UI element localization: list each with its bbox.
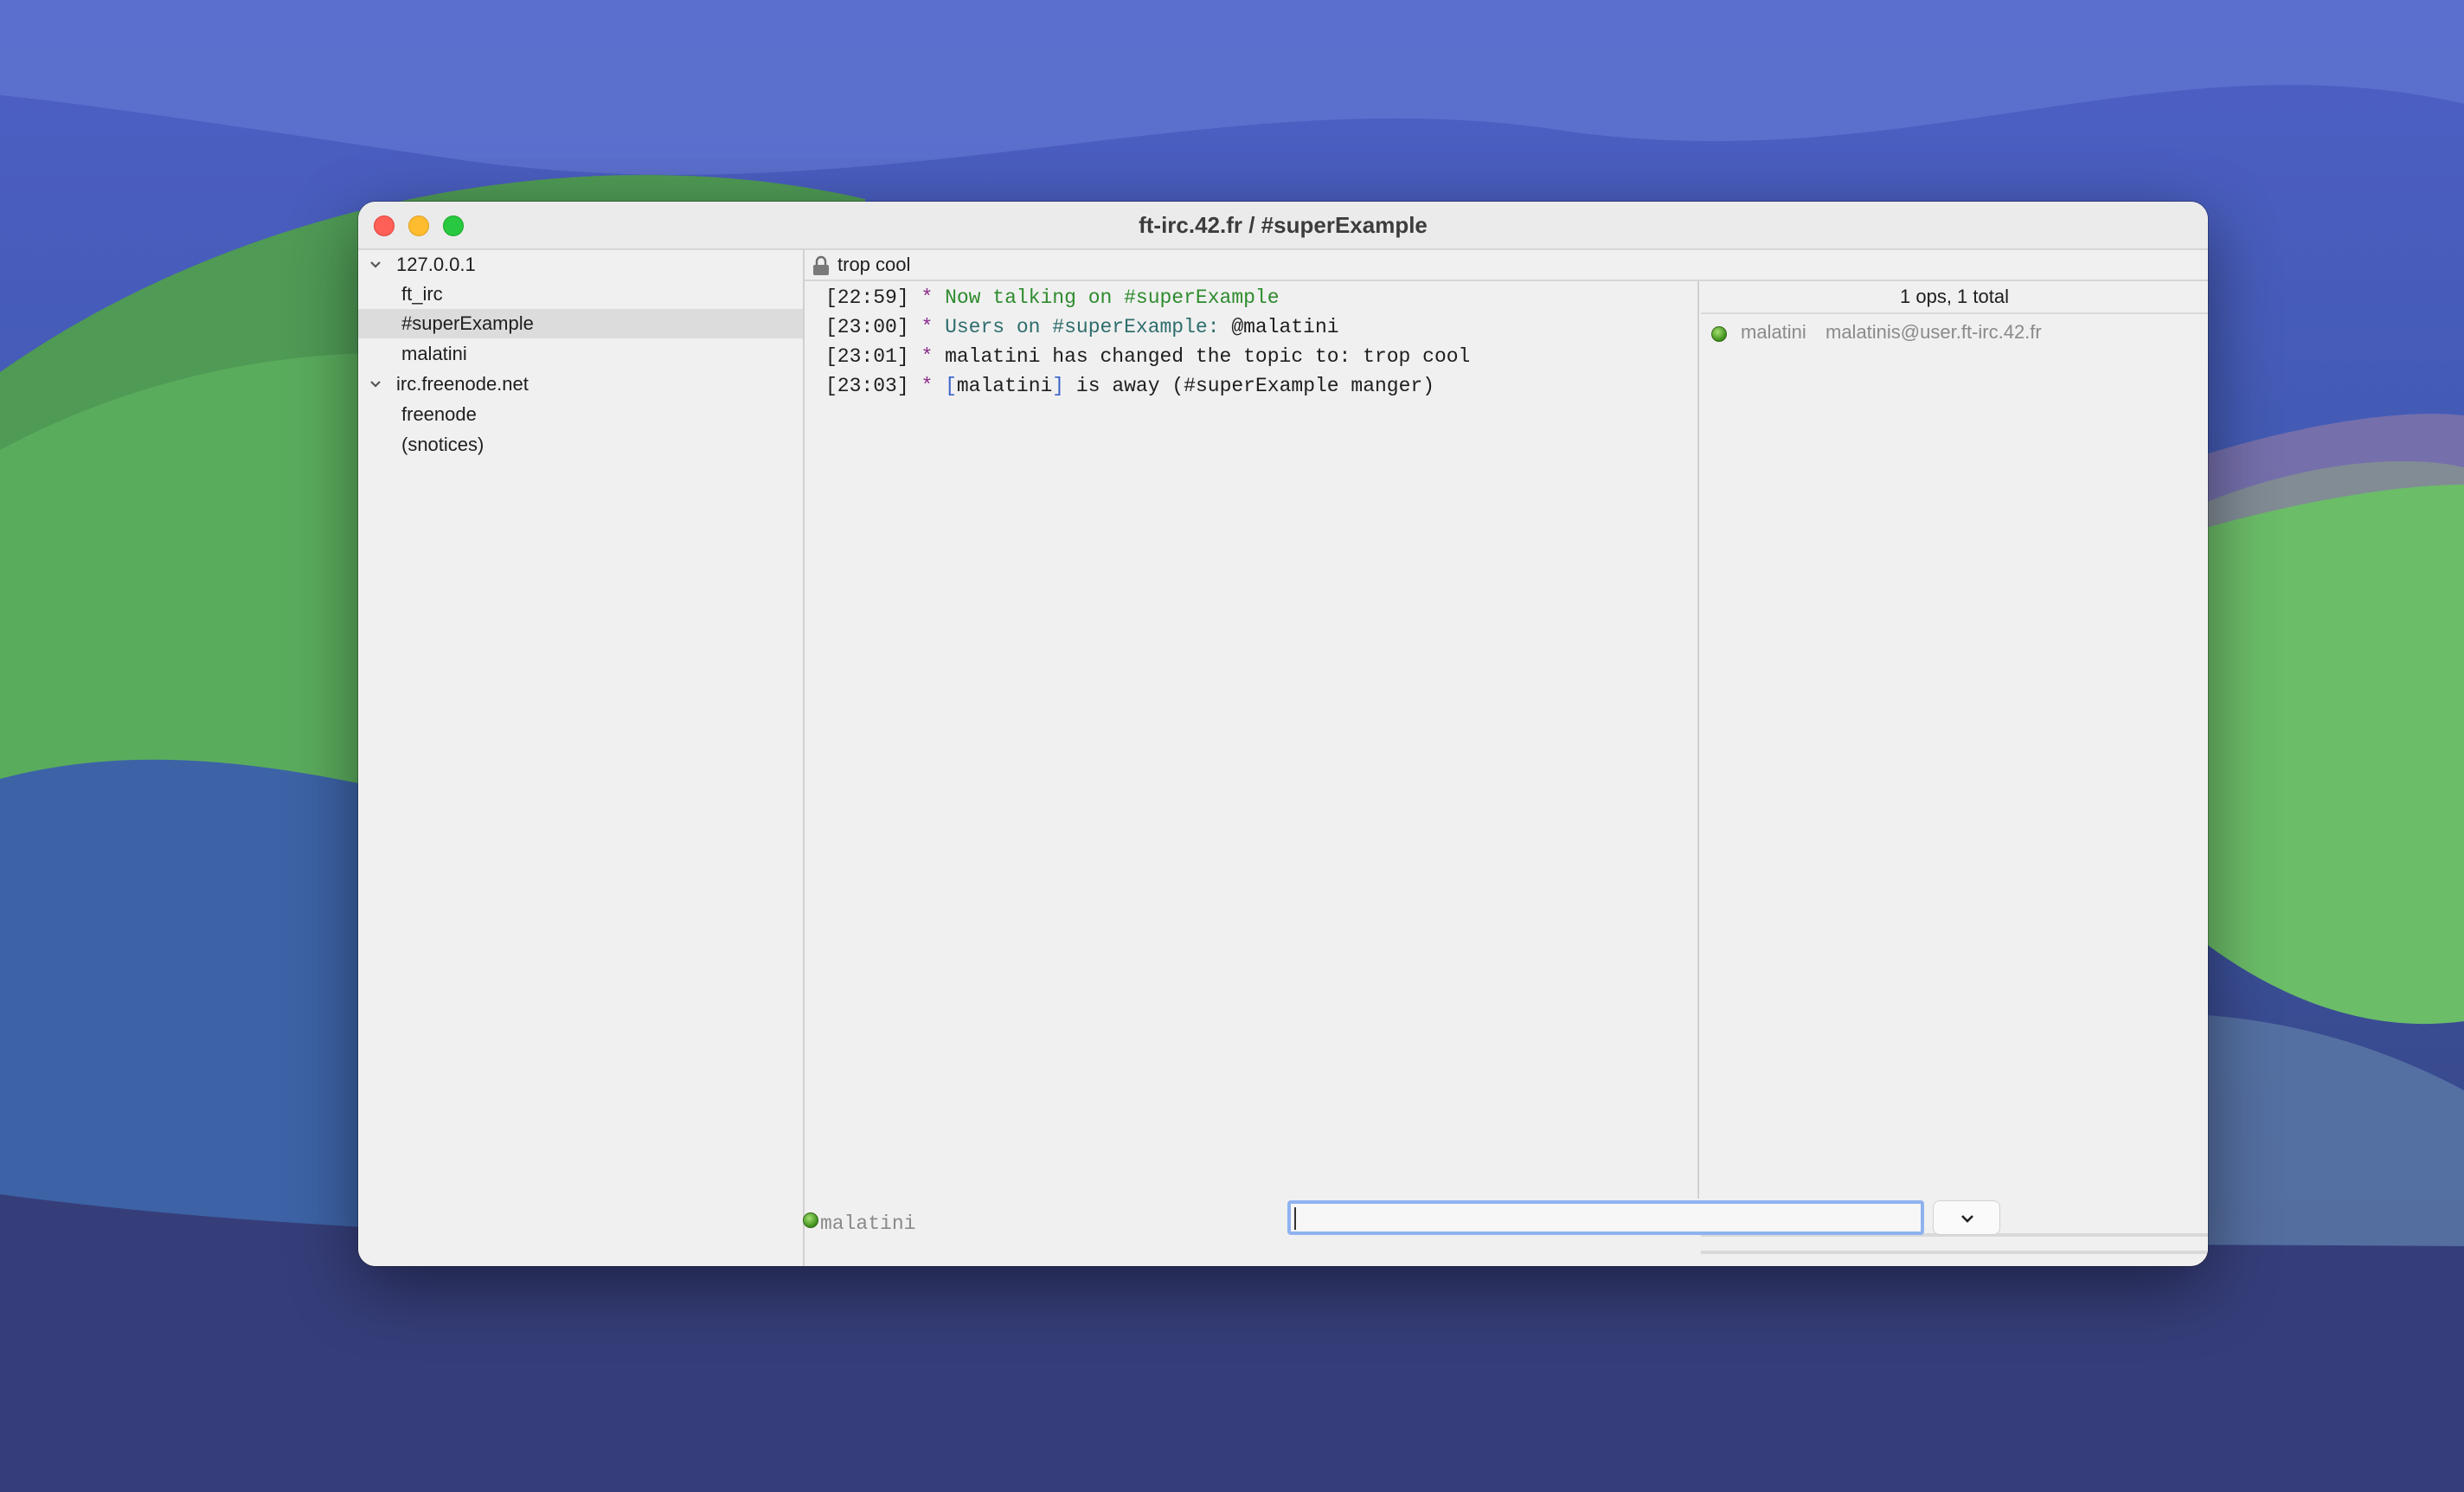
tree-item-label: malatini: [401, 343, 467, 364]
user-list-item[interactable]: malatini malatinis@user.ft-irc.42.fr: [1701, 319, 2208, 349]
tree-item-ft-irc[interactable]: ft_irc: [358, 280, 803, 309]
channel-topic[interactable]: trop cool: [837, 254, 910, 276]
tree-item-label: 127.0.0.1: [396, 254, 476, 275]
message-nick[interactable]: malatini: [957, 375, 1052, 397]
chat-log[interactable]: [22:59] * Now talking on #superExample […: [805, 281, 1699, 1199]
paren-open: (: [1171, 375, 1184, 397]
chevron-down-icon[interactable]: [367, 250, 384, 280]
message-timestamp: [22:59]: [825, 286, 909, 309]
event-marker: *: [921, 375, 934, 397]
online-status-icon: [1711, 326, 1727, 342]
event-marker: *: [921, 316, 934, 338]
tree-item-freenode[interactable]: freenode: [358, 400, 803, 429]
message-timestamp: [23:00]: [825, 316, 909, 338]
tree-item-label: ft_irc: [401, 283, 443, 305]
window-title: ft-irc.42.fr / #superExample: [1139, 212, 1428, 238]
tree-item-snotices[interactable]: (snotices): [358, 430, 803, 460]
chat-message: [23:01] * malatini has changed the topic…: [825, 345, 1470, 368]
tree-item-server-freenode[interactable]: irc.freenode.net: [358, 370, 803, 399]
nick-button[interactable]: malatini: [820, 1212, 915, 1235]
bracket-open: [: [945, 375, 957, 397]
topic-bar: trop cool: [805, 250, 2208, 281]
tree-item-label: #superExample: [401, 312, 534, 334]
message-input[interactable]: [1287, 1200, 1924, 1235]
away-reason: #superExample manger: [1184, 375, 1423, 397]
input-options-button[interactable]: [1933, 1200, 2000, 1235]
tree-item-label: (snotices): [401, 434, 484, 455]
bracket-close: ]: [1052, 375, 1065, 397]
message-text: malatini has changed the topic to: trop …: [945, 345, 1471, 368]
tree-item-server-localhost[interactable]: 127.0.0.1: [358, 250, 803, 280]
user-list-scrollbar-track[interactable]: [1701, 1251, 2208, 1254]
message-text: Users on #superExample:: [945, 316, 1220, 338]
user-count: 1 ops, 1 total: [1701, 281, 2208, 314]
message-timestamp: [23:01]: [825, 345, 909, 368]
server-channel-tree: 127.0.0.1 ft_irc #superExample malatini …: [358, 250, 805, 1266]
tree-item-label: freenode: [401, 403, 477, 425]
lock-icon[interactable]: [812, 255, 831, 276]
text-caret: [1294, 1207, 1296, 1230]
chevron-down-icon[interactable]: [367, 370, 384, 399]
online-status-icon: [803, 1212, 818, 1228]
input-bar: malatini: [803, 1199, 2000, 1266]
message-text: is away: [1075, 375, 1160, 397]
tree-item-label: irc.freenode.net: [396, 373, 529, 395]
paren-close: ): [1422, 375, 1435, 397]
event-marker: *: [921, 286, 934, 309]
chat-message: [22:59] * Now talking on #superExample: [825, 286, 1280, 309]
user-list: 1 ops, 1 total malatini malatinis@user.f…: [1701, 281, 2208, 1259]
app-window: ft-irc.42.fr / #superExample 127.0.0.1 f…: [358, 202, 2208, 1266]
user-nick: malatini: [1741, 321, 1806, 343]
title-bar: ft-irc.42.fr / #superExample: [358, 202, 2208, 250]
message-text: Now talking on #superExample: [945, 286, 1280, 309]
user-host: malatinis@user.ft-irc.42.fr: [1826, 321, 2042, 343]
chat-message: [23:03] * [malatini] is away (#superExam…: [825, 375, 1434, 397]
tree-item-superexample[interactable]: #superExample: [358, 309, 803, 338]
message-timestamp: [23:03]: [825, 375, 909, 397]
chat-message: [23:00] * Users on #superExample: @malat…: [825, 316, 1339, 338]
tree-item-malatini[interactable]: malatini: [358, 339, 803, 369]
chevron-down-icon: [1961, 1215, 1973, 1223]
event-marker: *: [921, 345, 934, 368]
message-nick[interactable]: @malatini: [1231, 316, 1338, 338]
